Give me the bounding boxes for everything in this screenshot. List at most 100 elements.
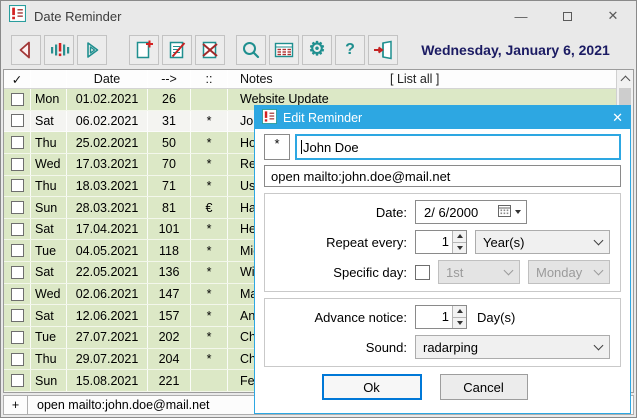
help-button[interactable]: ? [335,34,365,65]
row-date: 29.07.2021 [67,348,148,370]
magnifier-icon [243,41,260,58]
maximize-button[interactable] [544,1,590,31]
row-type: * [191,132,228,153]
spinner-down-button[interactable] [453,241,466,253]
row-type [191,370,228,391]
datepicker-dropdown-icon[interactable] [515,210,521,214]
row-checkbox[interactable] [10,92,24,106]
status-plus-button[interactable]: + [4,396,28,414]
previous-button[interactable] [11,34,41,65]
status-action-text: open mailto:john.doe@mail.net [37,398,210,412]
today-button[interactable] [44,34,74,65]
row-checkbox[interactable] [10,309,24,323]
specific-day-label: Specific day: [333,264,407,280]
scroll-up-button[interactable] [617,70,633,87]
row-date: 27.07.2021 [67,327,148,348]
next-button[interactable] [77,34,107,65]
right-triangle-icon [87,41,99,58]
row-check-cell [4,283,31,305]
row-date: 04.05.2021 [67,240,148,262]
row-days-until: 70 [148,153,191,175]
row-type: * [191,175,228,197]
ok-button[interactable]: Ok [321,374,422,400]
calendar-icon [498,204,511,220]
row-check-cell [4,327,31,348]
row-check-cell [4,153,31,175]
row-checkbox[interactable] [10,287,24,301]
dialog-title: Edit Reminder [283,110,363,125]
row-day: Wed [31,153,67,175]
repeat-unit-select[interactable]: Year(s) [475,230,610,254]
row-day: Sat [31,305,67,327]
row-checkbox[interactable] [10,265,24,279]
list-button[interactable] [269,34,299,65]
row-checkbox[interactable] [10,222,24,236]
minimize-button[interactable]: — [498,1,544,31]
flag-button[interactable]: * [264,134,290,160]
spinner-down-button[interactable] [453,316,466,328]
row-checkbox[interactable] [10,157,24,171]
row-checkbox[interactable] [10,179,24,193]
delete-reminder-button[interactable] [195,34,225,65]
row-checkbox[interactable] [10,330,24,344]
titlebar: Date Reminder — ✕ [1,1,636,31]
row-day: Sat [31,262,67,283]
notice-group: Advance notice: 1 Day(s) Sound: radarpin… [264,298,621,367]
sound-select[interactable]: radarping [415,335,610,359]
table-header: ✓ Date --> :: Notes [ List all ] [4,70,633,89]
row-day: Sat [31,110,67,132]
row-date: 18.03.2021 [67,175,148,197]
spinner-up-button[interactable] [453,306,466,317]
row-day: Thu [31,348,67,370]
row-days-until: 50 [148,132,191,153]
search-button[interactable] [236,34,266,65]
today-bars-icon [51,42,70,56]
row-type: * [191,240,228,262]
row-check-cell [4,218,31,240]
date-picker[interactable]: 2/ 6/2000 [415,200,527,224]
header-day [31,70,67,88]
row-days-until: 147 [148,283,191,305]
page-x-icon [202,41,218,58]
header-check: ✓ [4,70,31,88]
close-button[interactable]: ✕ [590,1,636,31]
row-check-cell [4,197,31,218]
row-days-until: 221 [148,370,191,391]
action-input[interactable]: open mailto:john.doe@mail.net [264,165,621,187]
chevron-up-icon [620,75,630,86]
row-checkbox[interactable] [10,352,24,366]
row-checkbox[interactable] [10,201,24,215]
row-check-cell [4,370,31,391]
row-checkbox[interactable] [10,374,24,388]
edit-reminder-button[interactable] [162,34,192,65]
main-window: Date Reminder — ✕ ⚙ ? Wednesday, January… [0,0,637,418]
exit-button[interactable] [368,34,398,65]
row-days-until: 202 [148,327,191,348]
specific-day-checkbox[interactable] [415,264,430,280]
repeat-label: Repeat every: [326,234,407,250]
cancel-button[interactable]: Cancel [439,374,528,400]
list-all-link[interactable]: [ List all ] [390,70,439,88]
row-check-cell [4,175,31,197]
row-checkbox[interactable] [10,244,24,258]
row-date: 22.05.2021 [67,262,148,283]
new-reminder-button[interactable] [129,34,159,65]
name-input[interactable]: John Doe [295,134,621,160]
advance-notice-stepper[interactable]: 1 [415,305,467,329]
settings-button[interactable]: ⚙ [302,34,332,65]
row-days-until: 81 [148,197,191,218]
row-day: Sun [31,197,67,218]
dialog-close-button[interactable]: ✕ [603,110,623,126]
row-day: Tue [31,327,67,348]
exit-door-icon [374,40,392,59]
row-type: * [191,348,228,370]
spinner-up-button[interactable] [453,231,466,242]
header-type: :: [191,70,228,88]
down-arrow-icon [456,245,463,250]
row-checkbox[interactable] [10,136,24,150]
window-title: Date Reminder [34,8,122,24]
row-checkbox[interactable] [10,114,24,128]
repeat-count-stepper[interactable]: 1 [415,230,467,254]
row-date: 28.03.2021 [67,197,148,218]
row-type [191,89,228,110]
